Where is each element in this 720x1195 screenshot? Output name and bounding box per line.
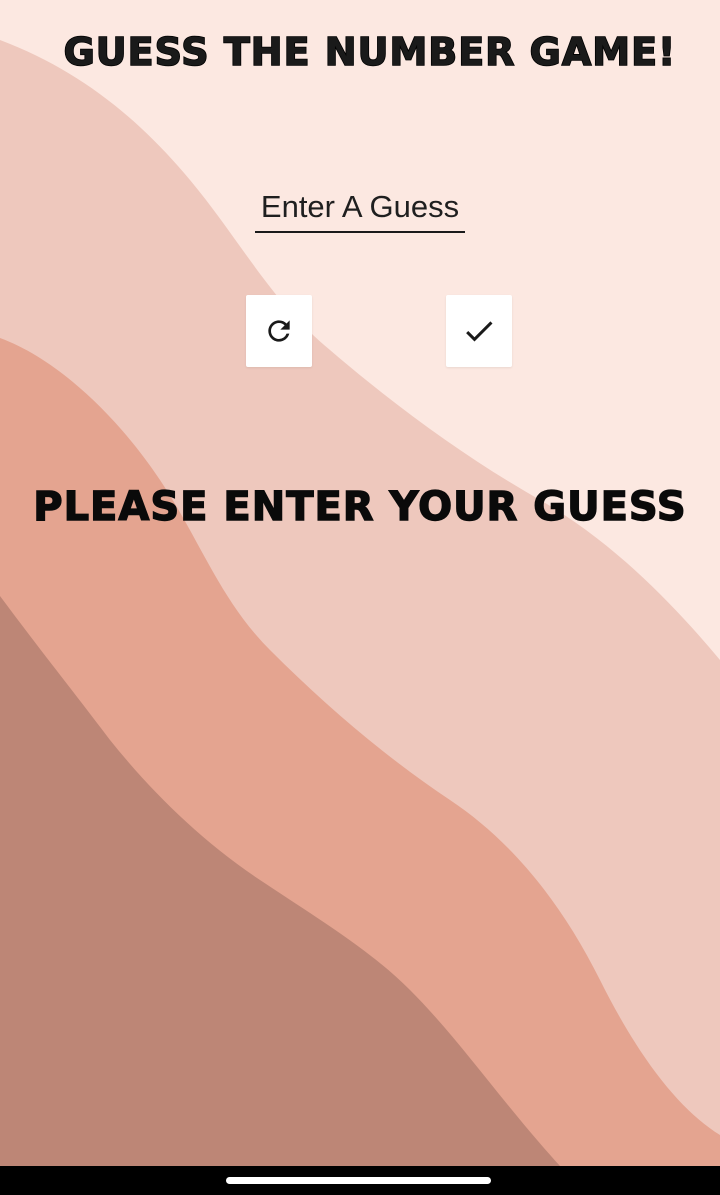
refresh-icon bbox=[268, 320, 290, 342]
background-waves bbox=[0, 40, 720, 1166]
reset-button[interactable] bbox=[246, 295, 312, 367]
system-navigation-bar bbox=[0, 1166, 720, 1195]
status-message: PLEASE ENTER YOUR GUESS bbox=[33, 483, 687, 530]
home-gesture-handle[interactable] bbox=[226, 1177, 491, 1184]
guess-input[interactable] bbox=[255, 183, 465, 233]
game-screen: GUESS THE NUMBER GAME! PLEASE ENTER YOUR… bbox=[0, 0, 720, 1195]
page-title: GUESS THE NUMBER GAME! bbox=[63, 29, 677, 75]
submit-guess-button[interactable] bbox=[446, 295, 512, 367]
check-icon bbox=[466, 321, 493, 342]
